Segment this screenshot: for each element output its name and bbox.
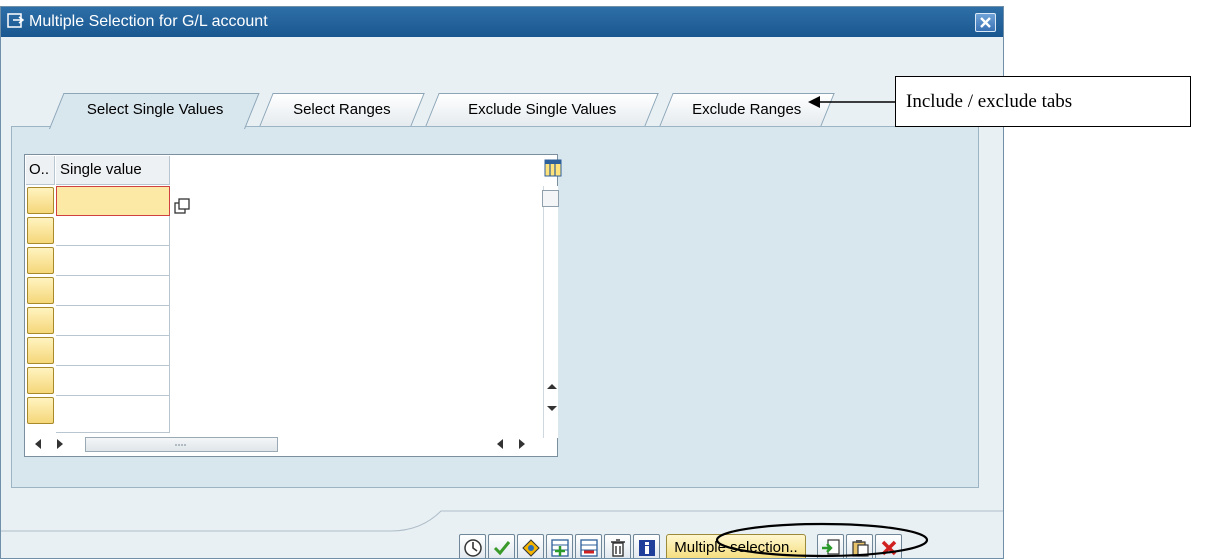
scroll-down-icon[interactable] — [545, 404, 559, 414]
check-button[interactable] — [488, 534, 515, 558]
single-value-input[interactable] — [56, 366, 170, 396]
execute-icon — [463, 538, 482, 557]
row-selector[interactable] — [27, 217, 54, 244]
scroll-thumb[interactable] — [542, 190, 559, 207]
row-selector[interactable] — [27, 367, 54, 394]
tab-label: Select Single Values — [86, 101, 224, 118]
row-selector[interactable] — [27, 397, 54, 424]
tab-select-single-values[interactable]: Select Single Values — [49, 93, 260, 129]
options-icon — [521, 538, 540, 557]
row-selector[interactable] — [27, 277, 54, 304]
value-help-icon[interactable] — [174, 198, 191, 215]
row-selector[interactable] — [27, 187, 54, 214]
delete-all-button[interactable] — [604, 534, 631, 558]
row-selector[interactable] — [27, 337, 54, 364]
options-button[interactable] — [517, 534, 544, 558]
scroll-left-icon[interactable] — [495, 438, 505, 450]
single-value-input[interactable] — [56, 246, 170, 276]
callout-arrow — [808, 96, 896, 108]
tab-label: Select Ranges — [293, 101, 391, 118]
single-value-input[interactable] — [56, 336, 170, 366]
execute-button[interactable] — [459, 534, 486, 558]
tab-label: Exclude Single Values — [467, 101, 617, 118]
column-header-single-value[interactable]: Single value — [56, 156, 170, 185]
tab-label: Exclude Ranges — [692, 101, 802, 118]
highlight-ellipse — [715, 522, 929, 558]
info-icon — [638, 539, 655, 556]
vertical-scrollbar[interactable] — [542, 186, 559, 438]
row-selector[interactable] — [27, 307, 54, 334]
close-button[interactable] — [975, 13, 996, 32]
single-value-input[interactable] — [56, 186, 170, 216]
single-value-input[interactable] — [56, 306, 170, 336]
tab-select-ranges[interactable]: Select Ranges — [259, 93, 425, 127]
scroll-right-icon[interactable] — [55, 438, 65, 450]
close-icon — [980, 17, 991, 28]
single-value-input[interactable] — [56, 216, 170, 246]
check-icon — [493, 540, 510, 555]
column-header-option[interactable]: O.. — [26, 156, 55, 185]
callout-label: Include / exclude tabs — [895, 76, 1191, 127]
table-settings-icon[interactable] — [544, 159, 562, 177]
info-button[interactable] — [633, 534, 660, 558]
horizontal-scrollbar[interactable] — [25, 433, 543, 455]
multiple-selection-dialog: Multiple Selection for G/L account Selec… — [0, 6, 1004, 559]
horizontal-scroll-thumb[interactable] — [85, 437, 278, 452]
single-value-input[interactable] — [56, 276, 170, 306]
single-value-input[interactable] — [56, 396, 170, 433]
grip-icon — [175, 444, 186, 446]
insert-line-icon — [550, 538, 569, 557]
tab-exclude-single-values[interactable]: Exclude Single Values — [425, 93, 659, 127]
delete-all-icon — [610, 538, 625, 557]
single-values-table: O.. Single value — [24, 154, 562, 457]
delete-line-icon — [579, 538, 598, 557]
window-title: Multiple Selection for G/L account — [29, 13, 268, 30]
row-selector[interactable] — [27, 247, 54, 274]
scroll-right-icon[interactable] — [517, 438, 527, 450]
scroll-up-icon[interactable] — [545, 381, 559, 391]
scroll-left-icon[interactable] — [33, 438, 43, 450]
window-icon — [7, 13, 25, 28]
title-bar: Multiple Selection for G/L account — [1, 7, 1003, 37]
insert-line-button[interactable] — [546, 534, 573, 558]
delete-line-button[interactable] — [575, 534, 602, 558]
tab-panel: O.. Single value — [11, 126, 979, 488]
